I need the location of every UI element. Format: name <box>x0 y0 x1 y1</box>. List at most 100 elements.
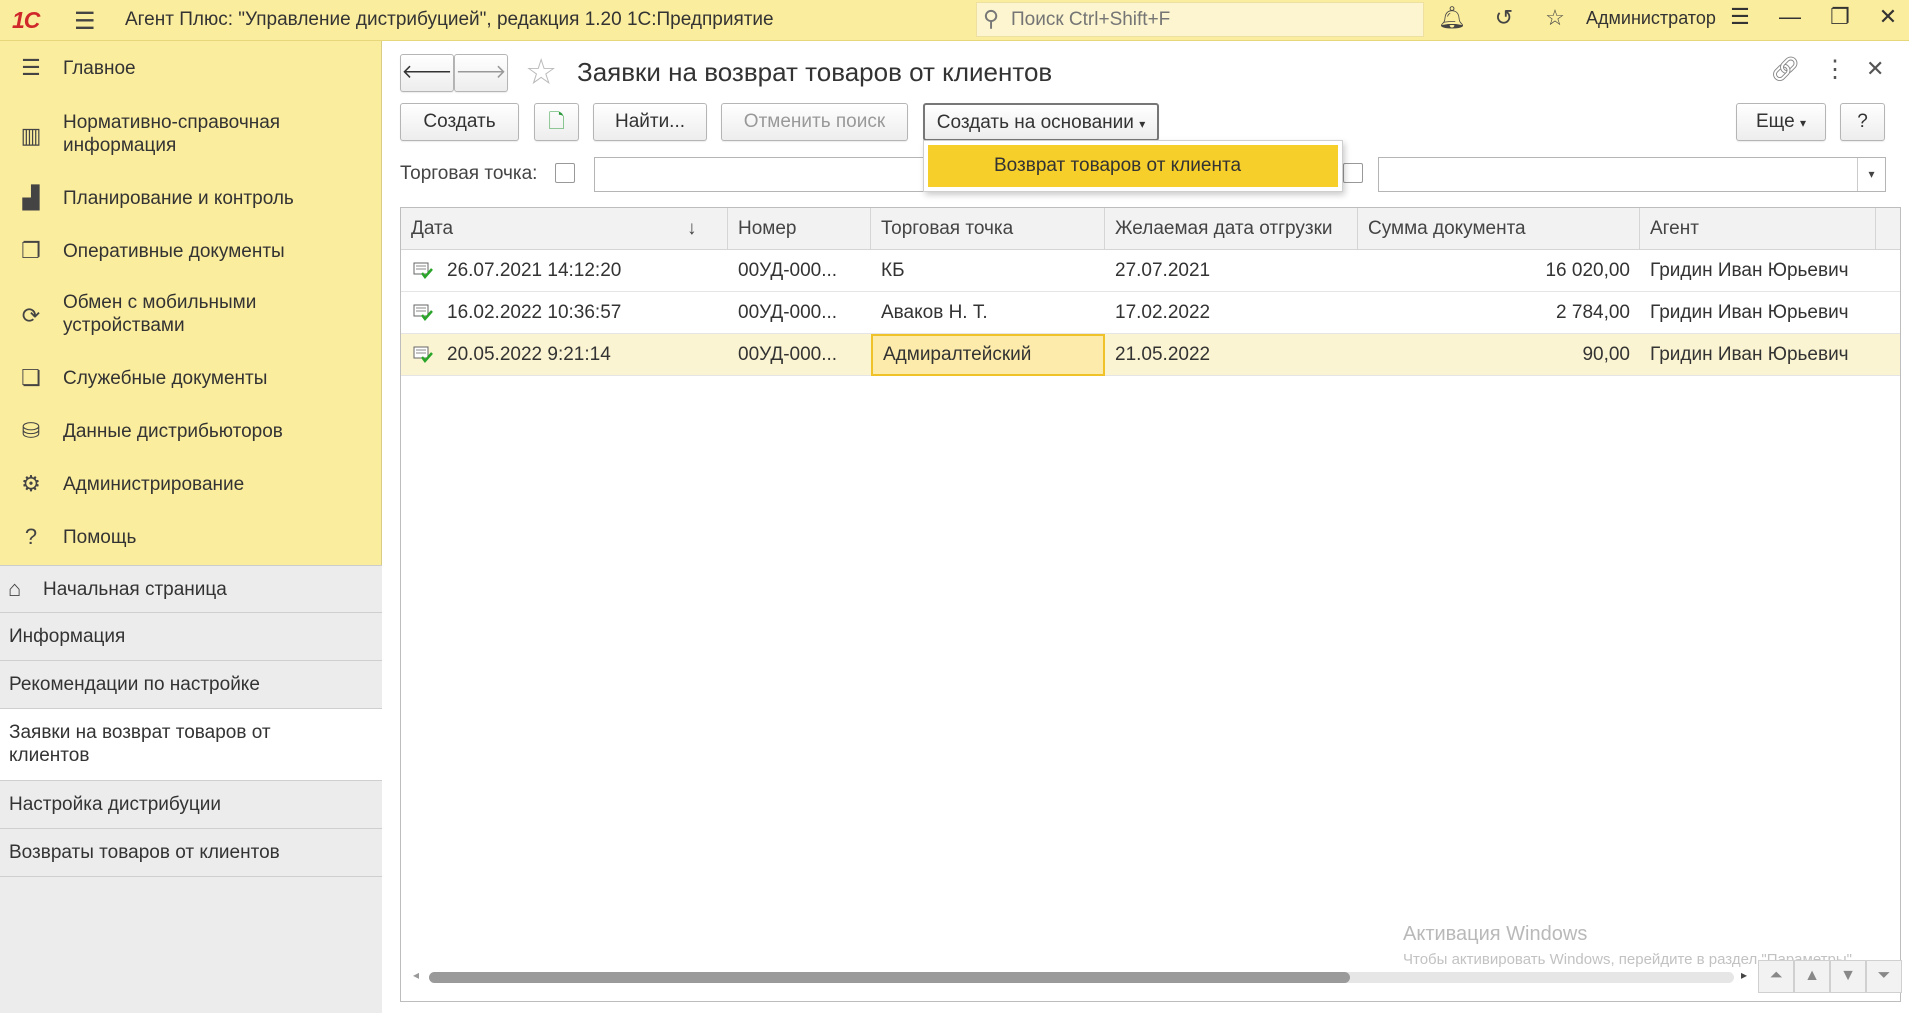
column-header-date[interactable]: Дата ↓ <box>401 208 728 250</box>
cell-agent: Гридин Иван Юрьевич <box>1650 302 1849 323</box>
section-planning[interactable]: ▟ Планирование и контроль <box>0 181 382 215</box>
section-main[interactable]: ☰ Главное <box>0 51 382 85</box>
table-header: Дата ↓ Номер Торговая точка Желаемая дат… <box>401 208 1900 250</box>
find-button[interactable]: Найти... <box>593 103 707 141</box>
cell-ship-date: 21.05.2022 <box>1115 344 1211 365</box>
section-operational-docs[interactable]: ❐ Оперативные документы <box>0 234 382 268</box>
column-header-number[interactable]: Номер <box>728 208 871 250</box>
section-help[interactable]: ? Помощь <box>0 520 382 554</box>
table-row[interactable]: 16.02.2022 10:36:57 00УД-000... Аваков Н… <box>401 292 1900 334</box>
filter-point-checkbox[interactable] <box>555 163 575 183</box>
filter-second-checkbox[interactable] <box>1343 163 1363 183</box>
page-down-button[interactable]: ▼ <box>1830 960 1866 993</box>
open-window-distribution-settings[interactable]: Настройка дистрибуции <box>0 781 382 829</box>
open-window-info[interactable]: Информация <box>0 613 382 661</box>
section-label: Главное <box>63 58 136 79</box>
cell-ship-date: 27.07.2021 <box>1115 260 1211 281</box>
link-icon[interactable]: 🔗︎ <box>1770 55 1800 84</box>
scroll-left-icon[interactable]: ◂ <box>413 968 419 982</box>
bell-icon[interactable]: 🔔︎ <box>1437 5 1467 31</box>
forward-button[interactable]: 🡒 <box>454 54 508 92</box>
home-icon: ⌂ <box>8 576 22 601</box>
windows-activation-title: Активация Windows <box>1403 923 1588 945</box>
section-label: Оперативные документы <box>63 241 285 262</box>
section-administration[interactable]: ⚙ Администрирование <box>0 467 382 501</box>
open-window-label: Настройка дистрибуции <box>9 794 221 815</box>
scroll-right-icon[interactable]: ▸ <box>1741 968 1747 982</box>
cell-ship-date: 17.02.2022 <box>1115 302 1211 323</box>
cancel-search-button[interactable]: Отменить поиск <box>721 103 908 141</box>
section-mobile-exchange[interactable]: ⟳ Обмен с мобильными устройствами <box>0 289 382 339</box>
open-window-setup-tips[interactable]: Рекомендации по настройке <box>0 661 382 709</box>
document-posted-icon <box>413 262 433 279</box>
main-menu-icon[interactable]: ☰ <box>74 7 96 36</box>
section-label: Нормативно-справочная информация <box>63 112 281 156</box>
cell-sum: 90,00 <box>1582 344 1630 365</box>
favorite-star-icon[interactable]: ☆ <box>525 51 557 93</box>
section-service-docs[interactable]: ❏ Служебные документы <box>0 361 382 395</box>
minimize-icon[interactable]: — <box>1770 4 1810 30</box>
first-page-icon: ⏶ <box>1769 967 1783 984</box>
bar-chart-icon: ▟ <box>22 185 40 210</box>
scroll-to-bottom-button[interactable]: ⏷ <box>1866 960 1902 993</box>
close-window-icon[interactable]: ✕ <box>1868 4 1908 30</box>
question-icon: ? <box>24 524 38 549</box>
column-header-point[interactable]: Торговая точка <box>871 208 1105 250</box>
restore-icon[interactable]: ❐ <box>1820 4 1860 30</box>
section-label: Обмен с мобильными устройствами <box>63 292 257 336</box>
create-based-on-label: Создать на основании <box>936 112 1134 133</box>
history-icon[interactable]: ↺ <box>1489 5 1519 31</box>
column-header-agent[interactable]: Агент <box>1640 208 1876 250</box>
documents-icon: ❐ <box>21 238 41 263</box>
user-name[interactable]: Администратор <box>1586 8 1716 29</box>
cell-sum: 16 020,00 <box>1545 260 1630 281</box>
search-input[interactable] <box>1009 7 1409 33</box>
create-button[interactable]: Создать <box>400 103 519 141</box>
cell-number: 00УД-000... <box>738 302 838 323</box>
more-vert-icon[interactable]: ⋮ <box>1823 55 1847 84</box>
scrollbar-thumb[interactable] <box>429 972 1350 983</box>
open-window-label: Информация <box>9 626 126 647</box>
open-window-label: Рекомендации по настройке <box>9 674 260 695</box>
back-button[interactable]: 🡐 <box>400 54 454 92</box>
open-window-label: Начальная страница <box>43 579 227 600</box>
open-window-returns[interactable]: Возвраты товаров от клиентов <box>0 829 382 877</box>
cell-sum: 2 784,00 <box>1556 302 1630 323</box>
more-button[interactable]: Еще ▾ <box>1736 103 1826 141</box>
help-button[interactable]: ? <box>1840 103 1885 141</box>
global-search[interactable]: ⚲ <box>976 2 1424 37</box>
table-row[interactable]: 20.05.2022 9:21:14 00УД-000... Адмиралте… <box>401 334 1900 376</box>
chevron-down-icon: ▾ <box>1139 117 1146 131</box>
menu-item-return-from-client[interactable]: Возврат товаров от клиента <box>928 145 1338 187</box>
column-header-ship-date[interactable]: Желаемая дата отгрузки <box>1105 208 1358 250</box>
table-row[interactable]: 26.07.2021 14:12:20 00УД-000... КБ 27.07… <box>401 250 1900 292</box>
create-based-on-menu: Возврат товаров от клиента <box>923 140 1343 192</box>
cell-agent: Гридин Иван Юрьевич <box>1650 260 1849 281</box>
filter-second-field[interactable]: ▾ <box>1378 157 1886 192</box>
create-copy-button[interactable]: 🗋 <box>534 103 579 141</box>
cell-point-focused[interactable]: Адмиралтейский <box>871 334 1105 376</box>
last-page-icon: ⏷ <box>1877 967 1891 984</box>
scroll-to-top-button[interactable]: ⏶ <box>1758 960 1794 993</box>
settings-menu-icon[interactable]: ☰ <box>1720 4 1760 30</box>
chevron-down-icon[interactable]: ▾ <box>1857 158 1885 191</box>
app-title: Агент Плюс: "Управление дистрибуцией", р… <box>125 9 774 30</box>
open-window-home[interactable]: ⌂ Начальная страница <box>0 566 382 613</box>
menu-lines-icon: ☰ <box>21 55 41 80</box>
section-distributor-data[interactable]: ⛁ Данные дистрибьюторов <box>0 414 382 448</box>
section-label: Планирование и контроль <box>63 188 294 209</box>
horizontal-scrollbar[interactable] <box>429 972 1734 983</box>
cell-date: 20.05.2022 9:21:14 <box>447 344 611 365</box>
column-header-sum[interactable]: Сумма документа <box>1358 208 1640 250</box>
app-logo[interactable]: 1С <box>12 7 40 34</box>
create-based-on-button[interactable]: Создать на основании ▾ <box>923 103 1159 141</box>
close-form-icon[interactable]: ✕ <box>1866 56 1884 82</box>
open-window-return-requests[interactable]: Заявки на возврат товаров от клиентов <box>0 709 382 781</box>
page-down-icon: ▼ <box>1840 967 1856 984</box>
sort-arrow-icon: ↓ <box>687 218 697 239</box>
cell-date: 26.07.2021 14:12:20 <box>447 260 622 281</box>
page-up-button[interactable]: ▲ <box>1794 960 1830 993</box>
chevron-down-icon: ▾ <box>1799 116 1806 130</box>
star-icon[interactable]: ☆ <box>1540 5 1570 31</box>
section-reference-info[interactable]: ▥ Нормативно-справочная информация <box>0 109 382 159</box>
